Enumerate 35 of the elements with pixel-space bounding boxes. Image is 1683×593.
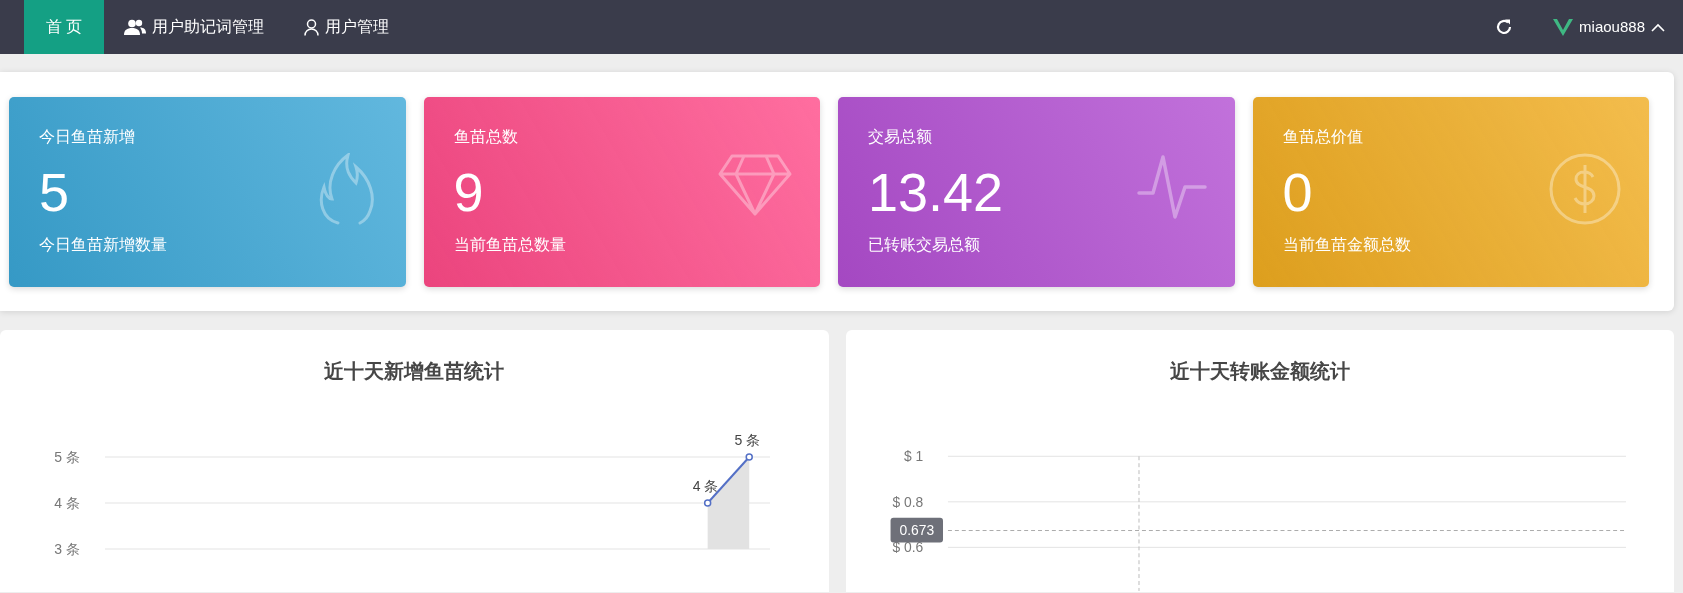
pulse-icon: [1136, 153, 1207, 219]
diamond-icon: [718, 153, 792, 217]
stat-subtitle: 今日鱼苗新增数量: [39, 235, 168, 255]
y-tick-label: 5 条: [54, 449, 80, 465]
username[interactable]: miaou888: [1579, 15, 1645, 39]
chart-title: 近十天转账金额统计: [1168, 359, 1351, 384]
stat-subtitle: 已转账交易总额: [868, 235, 981, 255]
y-tick-label: 4 条: [54, 495, 80, 511]
stat-title: 交易总额: [868, 127, 933, 147]
data-label: 4 条: [692, 478, 719, 494]
axis-label: $ 0.8: [891, 493, 923, 510]
y-tick-label: 3 条: [54, 541, 80, 557]
stat-title: 鱼苗总数: [453, 127, 519, 147]
user-icon: [304, 18, 319, 36]
data-label: 5 条: [734, 432, 761, 448]
stat-subtitle: 当前鱼苗总数量: [453, 235, 567, 255]
stat-value: 9: [453, 165, 484, 219]
stat-title: 今日鱼苗新增: [39, 127, 136, 147]
stat-value: 13.42: [868, 165, 1004, 219]
chevron-up-icon[interactable]: [1651, 22, 1665, 32]
refresh-icon[interactable]: [1495, 18, 1514, 36]
stat-subtitle: 当前鱼苗金额总数: [1282, 235, 1412, 255]
chart-title: 近十天新增鱼苗统计: [323, 359, 506, 384]
data-point: [745, 453, 753, 461]
logo-icon: [1553, 18, 1574, 36]
data-point: [703, 499, 712, 507]
users-icon: [124, 19, 146, 35]
dollar-icon: [1549, 153, 1621, 225]
nav-tab[interactable]: 用户管理: [284, 0, 409, 54]
stat-value: 0: [1282, 165, 1313, 219]
stat-value: 5: [39, 165, 70, 219]
stat-title: 鱼苗总价值: [1282, 127, 1364, 147]
axis-label: $ 1: [903, 448, 923, 465]
axis-pointer-label: 0.673: [890, 517, 943, 543]
nav-tab[interactable]: 用户助记词管理: [104, 0, 284, 54]
